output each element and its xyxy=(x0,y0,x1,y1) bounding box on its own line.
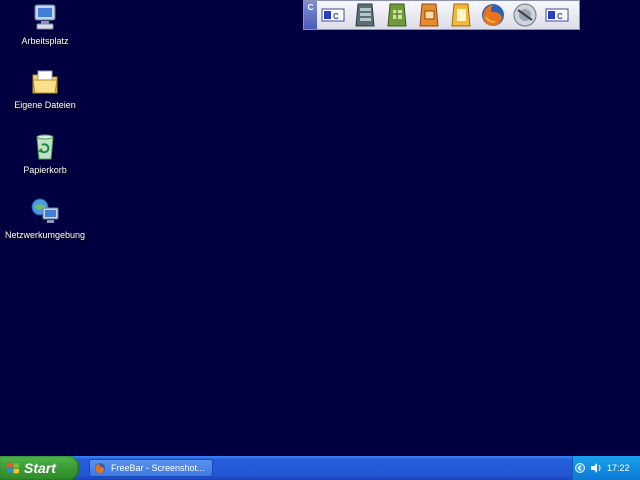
freebar-handle[interactable]: C xyxy=(304,1,317,29)
hypercam-icon: C xyxy=(321,8,345,22)
windows-logo-icon xyxy=(7,462,19,474)
desktop-icon-label: Eigene Dateien xyxy=(14,100,76,110)
freebar-spreadsheet-button[interactable] xyxy=(381,1,413,29)
freebar-hypercam-button[interactable]: C xyxy=(541,1,573,29)
desktop-icon-arbeitsplatz[interactable]: Arbeitsplatz xyxy=(0,2,90,46)
text-document-icon xyxy=(451,3,471,27)
svg-text:C: C xyxy=(557,12,563,21)
clock: 17:22 xyxy=(607,463,630,473)
desktop-icon-label: Papierkorb xyxy=(23,165,67,175)
desktop-icon-label: Netzwerkumgebung xyxy=(4,230,86,240)
freebar-hypercam-button[interactable]: C xyxy=(317,1,349,29)
network-icon xyxy=(31,198,59,223)
freebar-presentation-button[interactable] xyxy=(349,1,381,29)
freebar-toolbar: C C C xyxy=(303,0,580,30)
disc-icon xyxy=(513,3,537,27)
chevron-left-icon[interactable] xyxy=(575,463,585,473)
presentation-icon xyxy=(355,3,375,27)
recycle-bin-icon xyxy=(36,134,54,160)
my-computer-icon xyxy=(34,4,56,30)
freebar-text-document-button[interactable] xyxy=(445,1,477,29)
taskbar: Start FreeBar - Screenshot... 17:22 xyxy=(0,456,640,480)
firefox-icon xyxy=(482,4,504,26)
spreadsheet-icon xyxy=(387,3,407,27)
svg-text:C: C xyxy=(333,12,339,21)
hypercam-icon: C xyxy=(545,8,569,22)
volume-icon[interactable] xyxy=(590,462,602,474)
my-documents-icon xyxy=(32,70,58,94)
freebar-firefox-button[interactable] xyxy=(477,1,509,29)
system-tray: 17:22 xyxy=(572,456,640,480)
desktop-icon-netzwerkumgebung[interactable]: Netzwerkumgebung xyxy=(0,196,90,240)
drawing-icon xyxy=(419,3,439,27)
desktop-icon-label: Arbeitsplatz xyxy=(21,36,69,46)
start-label: Start xyxy=(24,460,56,476)
start-button[interactable]: Start xyxy=(0,456,79,480)
desktop-icon-papierkorb[interactable]: Papierkorb xyxy=(0,131,90,175)
taskbar-window-label: FreeBar - Screenshot... xyxy=(111,463,205,473)
freebar-drawing-button[interactable] xyxy=(413,1,445,29)
freebar-disc-button[interactable] xyxy=(509,1,541,29)
desktop-icon-eigene-dateien[interactable]: Eigene Dateien xyxy=(0,66,90,110)
firefox-icon xyxy=(94,462,106,474)
taskbar-window-button[interactable]: FreeBar - Screenshot... xyxy=(89,459,213,477)
